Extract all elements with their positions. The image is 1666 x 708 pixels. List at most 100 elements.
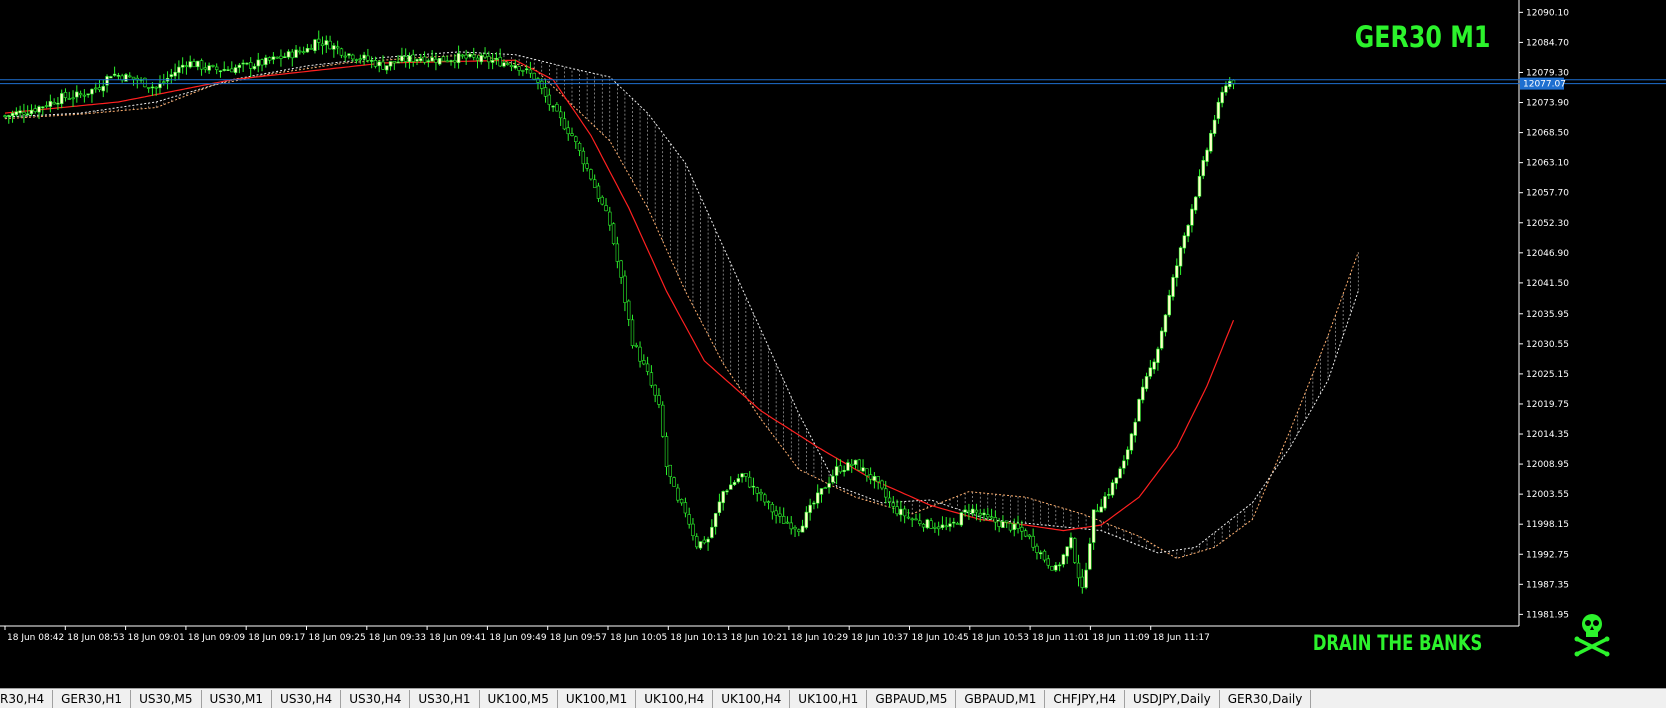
symbol-tab-bar: R30,H4 GER30,H1 US30,M5 US30,M1 US30,H4 US30,… — [0, 688, 1666, 708]
price-tick-label: 12008.95 — [1526, 460, 1569, 470]
candle-body — [876, 476, 880, 483]
candle-body — [226, 69, 230, 71]
candle-body — [1057, 564, 1062, 567]
chart-tab[interactable]: US30,H4 — [341, 689, 411, 708]
current-price-label: 12077.07 — [1523, 80, 1566, 90]
candle-body — [763, 494, 767, 503]
chart-tab[interactable]: US30,H4 — [272, 689, 342, 708]
chart-tab[interactable]: US30,M5 — [131, 689, 202, 708]
chart-area[interactable]: 12090.10 12084.70 12079.30 12073.90 12068.50… — [0, 0, 1666, 708]
price-tick-label: 12030.55 — [1526, 340, 1569, 350]
candle-body — [1080, 576, 1085, 588]
candle-body — [63, 92, 68, 98]
candle-body — [808, 504, 812, 513]
candle-body — [630, 319, 635, 346]
chart-tab[interactable]: R30,H4 — [0, 689, 54, 708]
candle-body — [955, 523, 960, 525]
candle-body — [332, 45, 336, 50]
candle-body — [1084, 569, 1088, 588]
candle-body — [1209, 132, 1213, 152]
price-tick-label: 11987.35 — [1526, 580, 1569, 590]
price-tick-label: 12084.70 — [1526, 38, 1569, 48]
candle-body — [509, 65, 514, 67]
time-tick-label: 18 Jun 11:01 — [1032, 633, 1089, 643]
candle-body — [747, 476, 752, 488]
candle-body — [1216, 101, 1221, 119]
candle-body — [10, 112, 15, 117]
candle-body — [543, 87, 548, 97]
chart-tab[interactable]: GBPAUD,M5 — [867, 689, 957, 708]
candle-body — [872, 476, 877, 481]
candle-body — [592, 179, 597, 188]
time-tick-label: 18 Jun 09:41 — [429, 633, 486, 643]
chart-tab[interactable]: UK100,H4 — [713, 689, 791, 708]
candle-body — [173, 71, 177, 77]
candle-body — [1110, 482, 1115, 496]
chart-tab[interactable]: GBPAUD,M1 — [956, 689, 1046, 708]
chart-tab[interactable]: UK100,H1 — [790, 689, 868, 708]
candle-body — [1148, 367, 1153, 377]
candle-body — [86, 93, 90, 96]
candle-body — [260, 59, 264, 66]
chart-tab[interactable]: GER30,Daily — [1220, 689, 1312, 708]
candle-body — [766, 501, 771, 504]
candle-body — [1039, 552, 1043, 555]
candle-body — [521, 70, 525, 72]
chart-tab[interactable]: USDJPY,Daily — [1125, 689, 1220, 708]
chart-tab[interactable]: US30,H1 — [410, 689, 480, 708]
candle-body — [1050, 565, 1054, 571]
candle-body — [581, 150, 586, 165]
candle-body — [214, 66, 219, 70]
candle-body — [1020, 526, 1024, 532]
price-tick-label: 12041.50 — [1526, 279, 1569, 289]
chart-tab[interactable]: CHFJPY,H4 — [1045, 689, 1126, 708]
candle-body — [279, 55, 283, 59]
candle-body — [921, 523, 926, 528]
candle-body — [426, 60, 431, 62]
candle-body — [498, 57, 502, 67]
candle-body — [1008, 523, 1013, 531]
candle-body — [566, 127, 570, 135]
price-chart[interactable]: 12090.10 12084.70 12079.30 12073.90 12068.50… — [0, 0, 1666, 688]
candle-body — [804, 511, 809, 528]
candle-body — [1099, 506, 1103, 513]
candle-body — [328, 40, 332, 50]
candle-body — [90, 88, 94, 95]
time-tick-label: 18 Jun 10:29 — [791, 633, 848, 643]
candle-body — [982, 512, 986, 516]
candle-body — [789, 522, 793, 530]
candle-body — [305, 48, 310, 53]
candle-body — [222, 69, 226, 71]
candle-body — [755, 487, 759, 494]
time-tick-label: 18 Jun 09:25 — [309, 633, 366, 643]
candle-body — [661, 404, 665, 437]
time-tick-label: 18 Jun 08:53 — [67, 633, 124, 643]
chart-tab[interactable]: UK100,H4 — [636, 689, 714, 708]
candle-body — [1091, 509, 1096, 543]
candle-body — [381, 61, 385, 70]
candle-body — [237, 64, 242, 68]
candle-body — [1133, 421, 1137, 436]
candle-body — [713, 513, 718, 528]
candle-body — [797, 529, 801, 532]
chart-tab[interactable]: GER30,H1 — [53, 689, 132, 708]
candle-body — [600, 196, 604, 205]
candle-body — [335, 46, 340, 49]
chart-tab[interactable]: UK100,M1 — [558, 689, 637, 708]
candle-body — [642, 360, 646, 365]
candle-body — [1220, 91, 1224, 104]
candle-body — [963, 509, 967, 513]
candle-body — [638, 346, 642, 362]
candle-body — [914, 518, 918, 521]
candle-body — [445, 60, 449, 63]
chart-tab[interactable]: UK100,M5 — [480, 689, 558, 708]
candle-body — [785, 521, 790, 524]
chart-tab[interactable]: US30,M1 — [202, 689, 273, 708]
candle-body — [865, 468, 869, 476]
candle-body — [1201, 160, 1205, 177]
candle-body — [283, 56, 287, 58]
candle-body — [320, 43, 325, 46]
time-tick-label: 18 Jun 08:42 — [7, 633, 64, 643]
candle-body — [241, 62, 245, 65]
candle-body — [1042, 550, 1047, 561]
